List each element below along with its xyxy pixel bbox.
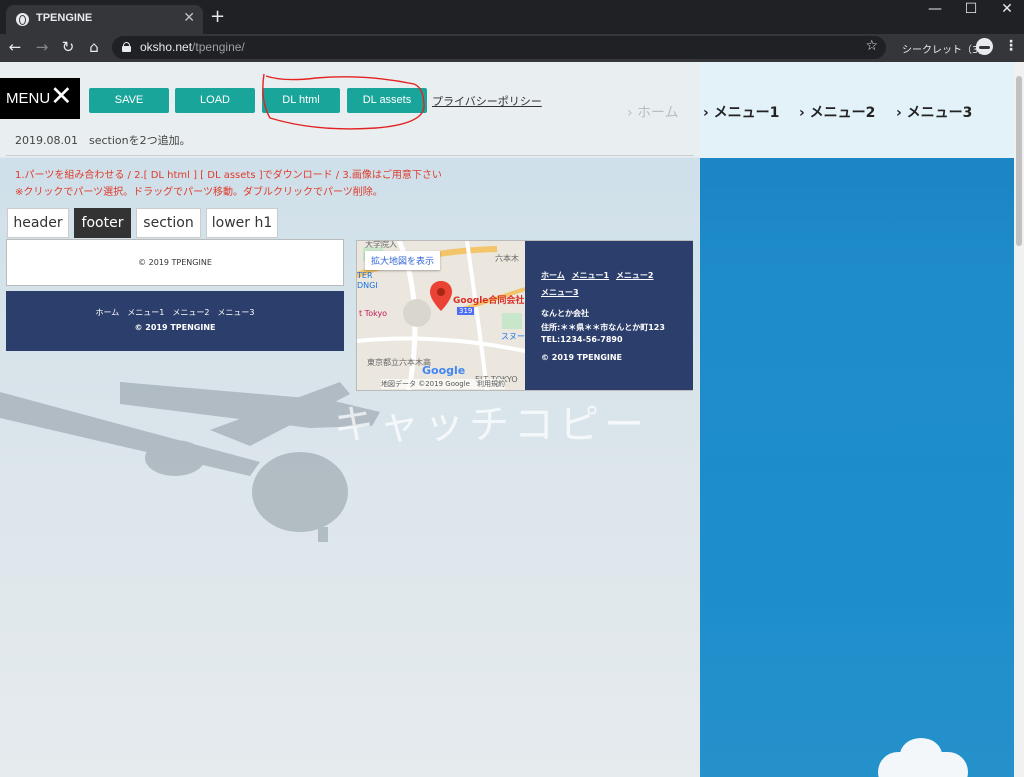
scrollbar-thumb[interactable]	[1016, 76, 1022, 246]
company-info: ホーム メニュー1 メニュー2 メニュー3 なんとか会社 住所:＊＊県＊＊市なん…	[525, 241, 693, 390]
map-label: 大学院入	[365, 241, 397, 249]
footer-part-map[interactable]: 拡大地図を表示 Google合同会社 大学院入 六本木 TER DNGI t T…	[356, 240, 693, 391]
minimize-icon[interactable]: —	[920, 1, 950, 17]
footer-link-home[interactable]: ホーム	[541, 271, 565, 280]
instruction-line-2: ※クリックでパーツ選択。ドラッグでパーツ移動。ダブルクリックでパーツ削除。	[15, 187, 383, 198]
instruction-line-1: 1.パーツを組み合わせる / 2.[ DL html ] [ DL assets…	[15, 170, 442, 181]
menu-kebab-icon[interactable]: ⋮	[1004, 38, 1018, 54]
preview-pane	[700, 62, 1014, 777]
footer-link-menu1[interactable]: メニュー1	[572, 271, 610, 280]
footer-link-menu2[interactable]: メニュー2	[616, 271, 654, 280]
route-badge: 319	[457, 307, 475, 315]
company-tel: TEL:1234-56-7890	[541, 335, 623, 344]
map-label: DNGI	[357, 281, 378, 290]
update-log: 2019.08.01 sectionを2つ追加。	[15, 134, 191, 147]
back-icon[interactable]: ←	[6, 38, 24, 56]
browser-tab[interactable]: TPENGINE ✕	[6, 5, 203, 34]
footer-part-simple[interactable]: © 2019 TPENGINE	[6, 239, 344, 286]
map-label: TER	[357, 271, 373, 280]
footer-part-nav[interactable]: ホーム メニュー1 メニュー2 メニュー3 © 2019 TPENGINE	[6, 291, 344, 351]
page-viewport: キャッチコピー MENU ✕ SAVE LOAD DL html DL asse…	[0, 62, 1024, 777]
google-logo: Google	[422, 364, 466, 377]
footer-link-menu3[interactable]: メニュー3	[541, 288, 579, 297]
globe-icon	[16, 13, 29, 26]
nav-menu2-link[interactable]: › メニュー2	[799, 102, 875, 122]
scrollbar[interactable]	[1014, 62, 1024, 777]
footer-nav-links: ホーム メニュー1 メニュー2 メニュー3	[95, 308, 255, 317]
company-address: 住所:＊＊県＊＊市なんとか町123	[541, 323, 665, 332]
tab-title: TPENGINE	[36, 12, 93, 24]
map-pin-icon[interactable]	[430, 281, 452, 311]
map-attribution[interactable]: 地図データ ©2019 Google 利用規約	[381, 379, 505, 389]
nav-home-link[interactable]: › ホーム	[627, 102, 679, 122]
tab-header[interactable]: header	[7, 208, 69, 238]
nav-menu3-link[interactable]: › メニュー3	[896, 102, 972, 122]
url-text[interactable]: oksho.net/tpengine/	[140, 40, 245, 54]
browser-tab-bar: TPENGINE ✕ + — ☐ ✕	[0, 0, 1024, 34]
map-label: 六本木	[495, 254, 519, 263]
close-x-icon: ✕	[50, 81, 73, 112]
footer-copyright: © 2019 TPENGINE	[138, 258, 212, 267]
google-map[interactable]: 拡大地図を表示 Google合同会社 大学院入 六本木 TER DNGI t T…	[357, 241, 525, 390]
company-name: なんとか会社	[541, 309, 589, 318]
tab-section[interactable]: section	[136, 208, 201, 238]
map-place-label: Google合同会社	[453, 296, 525, 306]
address-bar[interactable]: oksho.net/tpengine/ ☆	[112, 36, 886, 59]
footer-copyright: © 2019 TPENGINE	[134, 323, 216, 332]
divider	[6, 155, 694, 156]
map-label: スヌー	[501, 332, 525, 341]
menu-button[interactable]: MENU ✕	[0, 78, 80, 119]
tab-lower-h1[interactable]: lower h1	[206, 208, 278, 238]
map-enlarge-link[interactable]: 拡大地図を表示	[365, 251, 441, 270]
close-window-icon[interactable]: ✕	[992, 1, 1022, 17]
bookmark-star-icon[interactable]: ☆	[865, 38, 878, 54]
map-label: t Tokyo	[359, 309, 388, 318]
catchcopy-text: キャッチコピー	[334, 402, 649, 448]
privacy-policy-link[interactable]: プライバシーポリシー	[432, 93, 542, 109]
tab-footer[interactable]: footer	[74, 208, 131, 238]
maximize-icon[interactable]: ☐	[956, 1, 986, 17]
incognito-icon[interactable]	[976, 38, 993, 55]
load-button[interactable]: LOAD	[175, 88, 255, 113]
forward-icon[interactable]: →	[33, 38, 51, 56]
cloud-image	[878, 738, 968, 777]
new-tab-button[interactable]: +	[210, 6, 225, 27]
menu-label: MENU	[6, 90, 51, 107]
home-icon[interactable]: ⌂	[85, 38, 103, 56]
browser-toolbar: ← → ↻ ⌂ oksho.net/tpengine/ ☆ シークレット（3） …	[0, 34, 1024, 62]
close-tab-icon[interactable]: ✕	[183, 10, 195, 26]
nav-menu1-link[interactable]: › メニュー1	[703, 102, 779, 122]
footer-copyright: © 2019 TPENGINE	[541, 353, 623, 362]
red-annotation-circle	[262, 73, 425, 130]
save-button[interactable]: SAVE	[89, 88, 169, 113]
editor-pane: キャッチコピー MENU ✕ SAVE LOAD DL html DL asse…	[0, 62, 700, 777]
reload-icon[interactable]: ↻	[59, 38, 77, 56]
lock-icon[interactable]	[122, 42, 131, 52]
